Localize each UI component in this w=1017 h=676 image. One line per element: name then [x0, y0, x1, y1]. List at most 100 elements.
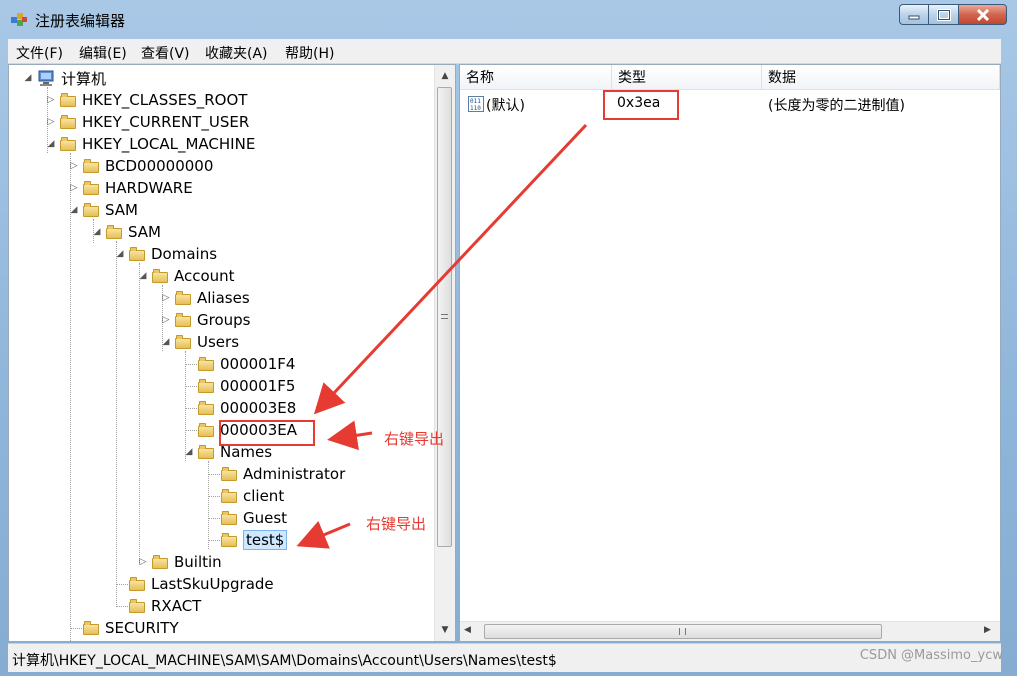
tree-node-label[interactable]: SAM: [105, 201, 138, 219]
expand-arrow-icon[interactable]: ▷: [161, 315, 171, 325]
folder-icon: [60, 93, 76, 107]
menu-favorites[interactable]: 收藏夹(A): [205, 43, 268, 63]
minimize-button[interactable]: [899, 4, 929, 25]
tree-node[interactable]: ◢ SAM: [92, 221, 161, 243]
tree-node-label[interactable]: 000001F5: [220, 377, 295, 395]
expand-arrow-icon[interactable]: ▷: [161, 293, 171, 303]
tree-node[interactable]: 000003E8: [198, 397, 296, 419]
expand-arrow-icon[interactable]: ▷: [46, 117, 56, 127]
collapse-arrow-icon[interactable]: ◢: [161, 337, 171, 347]
status-path: 计算机\HKEY_LOCAL_MACHINE\SAM\SAM\Domains\A…: [12, 653, 557, 669]
tree-node[interactable]: client: [221, 485, 284, 507]
menu-edit[interactable]: 编辑(E): [79, 43, 127, 63]
tree-node-label[interactable]: HKEY_CLASSES_ROOT: [82, 91, 247, 109]
scroll-thumb[interactable]: [484, 624, 882, 639]
tree-node-label[interactable]: client: [243, 487, 284, 505]
watermark: CSDN @Massimo_ycw: [859, 648, 1003, 663]
tree-node-label[interactable]: 计算机: [61, 68, 106, 89]
tree-node[interactable]: ▷ Builtin: [138, 551, 222, 573]
values-list[interactable]: 名称 类型 数据 011 110 (默认) 0x3ea (长度为零的二进制值) …: [459, 64, 1001, 642]
tree-node-label[interactable]: Domains: [151, 245, 217, 263]
tree-line: [185, 408, 197, 409]
tree-node[interactable]: RXACT: [129, 595, 201, 617]
tree-node[interactable]: ▷ HKEY_CURRENT_USER: [46, 111, 250, 133]
tree-node-label[interactable]: Account: [174, 267, 235, 285]
column-header-data[interactable]: 数据: [762, 65, 1000, 89]
tree-node[interactable]: ◢ Domains: [115, 243, 218, 265]
expand-arrow-icon[interactable]: ▷: [69, 183, 79, 193]
folder-icon: [60, 115, 76, 129]
menu-view[interactable]: 查看(V): [141, 43, 190, 63]
scroll-up-arrow-icon[interactable]: ▲: [435, 67, 455, 85]
tree-line: [185, 430, 197, 431]
tree-node-label[interactable]: HKEY_LOCAL_MACHINE: [82, 135, 255, 153]
collapse-arrow-icon[interactable]: ◢: [46, 139, 56, 149]
folder-icon: [83, 621, 99, 635]
expand-arrow-icon[interactable]: ▷: [69, 161, 79, 171]
collapse-arrow-icon[interactable]: ◢: [23, 73, 33, 83]
tree-node[interactable]: 000001F5: [198, 375, 295, 397]
tree-node[interactable]: 000001F4: [198, 353, 295, 375]
tree-node-label[interactable]: Builtin: [174, 553, 222, 571]
tree-node[interactable]: ▷ HARDWARE: [69, 177, 193, 199]
tree-node-label[interactable]: Aliases: [197, 289, 250, 307]
value-name: (默认): [486, 98, 525, 114]
scroll-thumb[interactable]: [437, 87, 452, 547]
collapse-arrow-icon[interactable]: ◢: [92, 227, 102, 237]
tree-node-label[interactable]: 000003EA: [220, 421, 297, 439]
tree-node[interactable]: LastSkuUpgrade: [129, 573, 274, 595]
tree-node-label[interactable]: SECURITY: [105, 619, 179, 637]
tree-vertical-scrollbar[interactable]: ▲ ▼: [434, 65, 455, 641]
tree-node[interactable]: ▷ BCD00000000: [69, 155, 214, 177]
tree-node[interactable]: Administrator: [221, 463, 345, 485]
tree-node-label[interactable]: Administrator: [243, 465, 345, 483]
tree-node[interactable]: ▷ HKEY_CLASSES_ROOT: [46, 89, 248, 111]
close-button[interactable]: [959, 4, 1007, 25]
tree-node[interactable]: ◢ Users: [161, 331, 239, 353]
tree-node-label[interactable]: Users: [197, 333, 239, 351]
menu-help[interactable]: 帮助(H): [285, 43, 334, 63]
column-header-type[interactable]: 类型: [612, 65, 762, 89]
tree-node-label[interactable]: test$: [243, 530, 288, 550]
tree-node[interactable]: ▷ Groups: [161, 309, 251, 331]
tree-node[interactable]: ◢ Names: [184, 441, 273, 463]
tree-node-label[interactable]: HKEY_CURRENT_USER: [82, 113, 249, 131]
value-type: 0x3ea: [617, 95, 661, 111]
tree-node-computer[interactable]: ◢ 计算机: [23, 67, 106, 89]
regedit-window: 注册表编辑器 文件(F) 编辑(E) 查看(V) 收藏夹(A) 帮助(H) ◢ …: [0, 0, 1017, 676]
tree-node-label[interactable]: Guest: [243, 509, 287, 527]
scroll-down-arrow-icon[interactable]: ▼: [435, 621, 455, 639]
tree-node[interactable]: ◢ SAM: [69, 199, 138, 221]
tree-node[interactable]: SECURITY: [83, 617, 179, 639]
tree-node-label[interactable]: RXACT: [151, 597, 201, 615]
expand-arrow-icon[interactable]: ▷: [46, 95, 56, 105]
tree-node-label[interactable]: Groups: [197, 311, 250, 329]
tree-node-label[interactable]: Names: [220, 443, 272, 461]
expand-arrow-icon[interactable]: ▷: [138, 557, 148, 567]
scroll-left-arrow-icon[interactable]: ◀: [464, 625, 471, 635]
menu-file[interactable]: 文件(F): [16, 43, 63, 63]
tree-node-label[interactable]: BCD00000000: [105, 157, 213, 175]
tree-node[interactable]: ▷ Aliases: [161, 287, 250, 309]
tree-node-label[interactable]: HARDWARE: [105, 179, 193, 197]
tree-node[interactable]: 000003EA: [198, 419, 297, 441]
scroll-right-arrow-icon[interactable]: ▶: [984, 625, 991, 635]
column-header-name[interactable]: 名称: [460, 65, 612, 89]
collapse-arrow-icon[interactable]: ◢: [184, 447, 194, 457]
tree-node-label[interactable]: 000003E8: [220, 399, 296, 417]
tree-node-label[interactable]: 000001F4: [220, 355, 295, 373]
tree-node-selected[interactable]: test$: [221, 529, 288, 551]
collapse-arrow-icon[interactable]: ◢: [115, 249, 125, 259]
list-horizontal-scrollbar[interactable]: ◀ ▶: [460, 621, 1000, 641]
collapse-arrow-icon[interactable]: ◢: [138, 271, 148, 281]
tree-line: [116, 241, 117, 607]
tree-node-label[interactable]: SAM: [128, 223, 161, 241]
maximize-button[interactable]: [929, 4, 959, 25]
tree-node[interactable]: ◢ HKEY_LOCAL_MACHINE: [46, 133, 256, 155]
tree-node-label[interactable]: LastSkuUpgrade: [151, 575, 274, 593]
tree-node[interactable]: ◢ Account: [138, 265, 235, 287]
collapse-arrow-icon[interactable]: ◢: [69, 205, 79, 215]
tree-node[interactable]: Guest: [221, 507, 287, 529]
registry-tree[interactable]: ◢ 计算机 ▷ HKEY_CLASSES_ROOT ▷ HKEY_CURRENT_U…: [8, 64, 456, 642]
tree-line: [208, 518, 220, 519]
